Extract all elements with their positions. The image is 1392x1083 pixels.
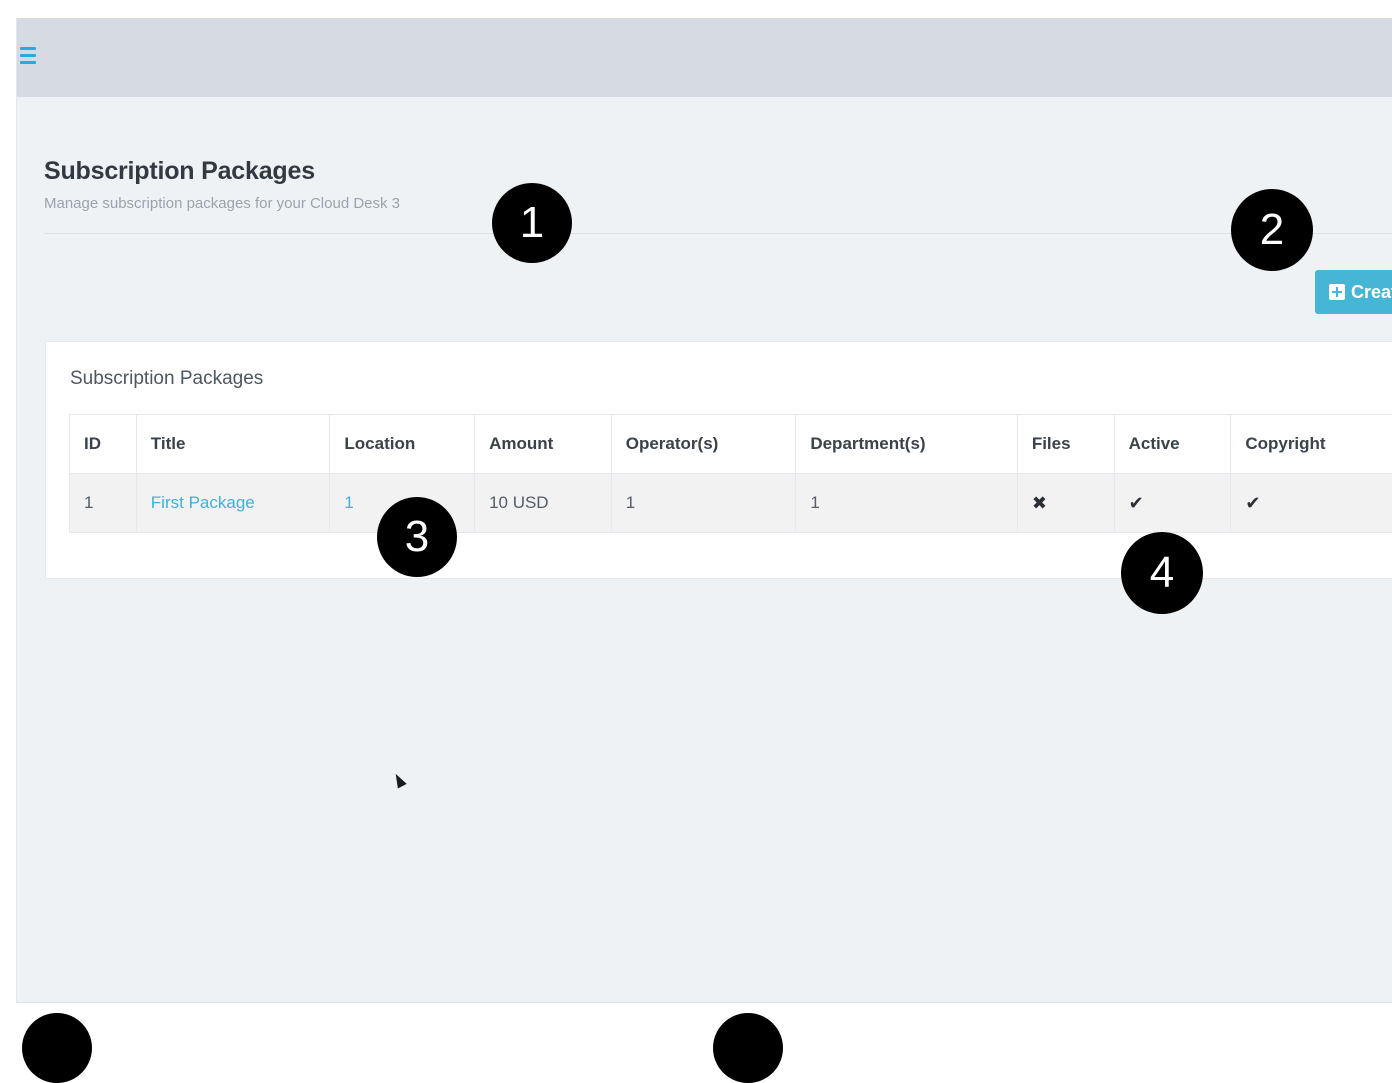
panel-title: Subscription Packages bbox=[70, 368, 263, 390]
create-package-button[interactable]: Create bbox=[1315, 270, 1392, 314]
column-header-active[interactable]: Active bbox=[1114, 415, 1231, 474]
cell-copyright: ✔ bbox=[1231, 474, 1392, 533]
top-navbar bbox=[17, 19, 1392, 97]
callout-badge-3: 3 bbox=[377, 497, 457, 577]
location-link[interactable]: 1 bbox=[344, 493, 353, 512]
callout-badge-partial-left bbox=[22, 1013, 92, 1083]
cell-operators: 1 bbox=[611, 474, 796, 533]
hamburger-menu-icon[interactable] bbox=[20, 47, 37, 67]
column-header-copyright[interactable]: Copyright bbox=[1231, 415, 1392, 474]
cross-icon: ✖ bbox=[1032, 493, 1047, 513]
cell-files: ✖ bbox=[1017, 474, 1114, 533]
cell-title-cell: First Package bbox=[136, 474, 330, 533]
table-row: 1 First Package 1 10 USD 1 1 ✖ ✔ bbox=[70, 474, 1392, 533]
cell-active: ✔ bbox=[1114, 474, 1231, 533]
packages-table: ID Title Location Amount Operator(s) Dep… bbox=[69, 414, 1392, 533]
column-header-files[interactable]: Files bbox=[1017, 415, 1114, 474]
package-title-link[interactable]: First Package bbox=[151, 493, 255, 512]
cell-departments: 1 bbox=[796, 474, 1018, 533]
page-title: Subscription Packages bbox=[44, 157, 315, 186]
plus-square-icon bbox=[1329, 284, 1345, 300]
page-subtitle: Manage subscription packages for your Cl… bbox=[44, 195, 400, 212]
cell-id: 1 bbox=[70, 474, 137, 533]
column-header-amount[interactable]: Amount bbox=[475, 415, 612, 474]
callout-badge-partial-center bbox=[713, 1013, 783, 1083]
table-header-row: ID Title Location Amount Operator(s) Dep… bbox=[70, 415, 1392, 474]
create-button-label: Create bbox=[1351, 282, 1392, 303]
column-header-location[interactable]: Location bbox=[330, 415, 475, 474]
column-header-operators[interactable]: Operator(s) bbox=[611, 415, 796, 474]
check-icon: ✔ bbox=[1129, 493, 1144, 513]
app-window: Subscription Packages Manage subscriptio… bbox=[16, 18, 1392, 1003]
column-header-id[interactable]: ID bbox=[70, 415, 137, 474]
column-header-title[interactable]: Title bbox=[136, 415, 330, 474]
header-divider bbox=[44, 233, 1392, 234]
callout-badge-2: 2 bbox=[1231, 189, 1313, 271]
callout-badge-4: 4 bbox=[1121, 532, 1203, 614]
callout-badge-1: 1 bbox=[492, 183, 572, 263]
cell-amount: 10 USD bbox=[475, 474, 612, 533]
column-header-departments[interactable]: Department(s) bbox=[796, 415, 1018, 474]
check-icon: ✔ bbox=[1245, 493, 1260, 513]
